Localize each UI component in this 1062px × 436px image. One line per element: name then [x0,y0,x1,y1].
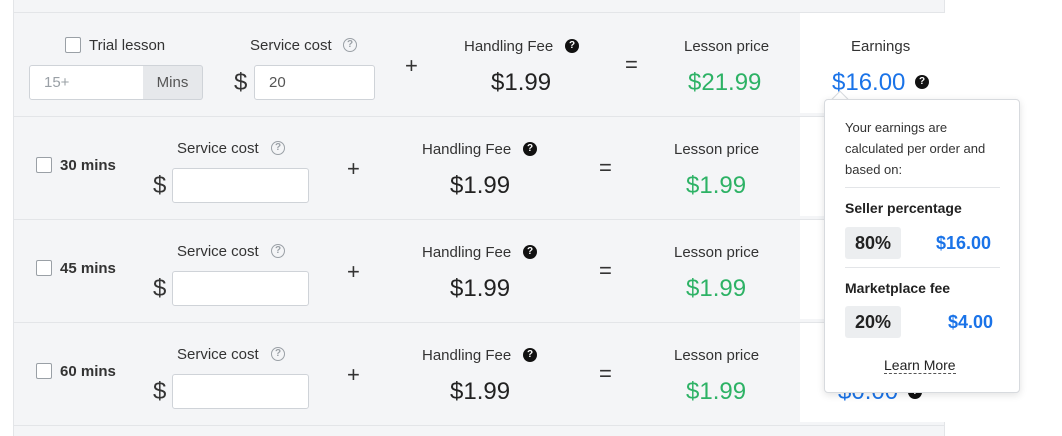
tooltip-intro: Your earnings are calculated per order a… [845,120,986,177]
help-icon[interactable]: ? [271,141,285,155]
equals-sign: = [599,361,612,386]
trial-duration-input[interactable]: 15+ [29,65,144,100]
row-divider [13,219,945,220]
marketplace-fee-heading: Marketplace fee [845,280,951,296]
currency-symbol: $ [153,275,167,302]
earnings-tooltip: Your earnings are calculated per order a… [824,99,1020,393]
lesson-price-label: Lesson price [674,347,760,364]
equals-sign: = [599,258,612,283]
info-icon[interactable]: ? [523,142,537,156]
trial-lesson-checkbox[interactable] [65,37,81,53]
currency-symbol: $ [153,172,167,199]
handling-fee-value: $1.99 [450,378,511,405]
plus-sign: + [405,53,418,78]
handling-fee-label: Handling Fee [464,38,554,55]
handling-fee-label: Handling Fee [422,244,512,261]
help-icon[interactable]: ? [271,244,285,258]
lesson-price-value: $1.99 [686,172,747,199]
marketplace-percentage-chip: 20% [845,306,901,338]
tooltip-divider [845,187,1000,188]
info-icon[interactable]: ? [523,245,537,259]
earnings-label: Earnings [851,38,911,55]
lesson-price-value: $1.99 [686,378,747,405]
earnings-column-trial [800,13,945,113]
handling-fee-label: Handling Fee [422,347,512,364]
trial-lesson-label: Trial lesson [89,37,166,54]
handling-fee-value: $1.99 [491,69,552,96]
duration-label: 45 mins [60,260,116,277]
lesson-price-label: Lesson price [674,141,760,158]
duration-label: 60 mins [60,363,116,380]
lesson-price-value: $21.99 [688,69,762,96]
equals-sign: = [599,155,612,180]
plus-sign: + [347,259,360,284]
service-cost-input[interactable]: 20 [254,65,375,100]
tooltip-divider [845,267,1000,268]
help-icon[interactable]: ? [271,347,285,361]
plus-sign: + [347,362,360,387]
service-cost-input[interactable] [172,168,309,203]
duration-suffix: Mins [143,65,203,100]
info-icon[interactable]: ? [523,348,537,362]
panel-bottom-border [13,425,945,426]
equals-sign: = [625,52,638,77]
duration-checkbox[interactable] [36,363,52,379]
learn-more-link[interactable]: Learn More [884,357,956,374]
help-icon[interactable]: ? [343,38,357,52]
service-cost-label: Service cost [250,37,332,54]
service-cost-input[interactable] [172,271,309,306]
service-cost-label: Service cost [177,346,259,363]
duration-label: 30 mins [60,157,116,174]
service-cost-input[interactable] [172,374,309,409]
service-cost-label: Service cost [177,243,259,260]
currency-symbol: $ [234,69,248,96]
lesson-price-label: Lesson price [684,38,770,55]
plus-sign: + [347,156,360,181]
handling-fee-value: $1.99 [450,275,511,302]
lesson-price-label: Lesson price [674,244,760,261]
lesson-price-value: $1.99 [686,275,747,302]
handling-fee-label: Handling Fee [422,141,512,158]
service-cost-label: Service cost [177,140,259,157]
marketplace-amount: $4.00 [948,312,994,332]
duration-checkbox[interactable] [36,260,52,276]
seller-amount: $16.00 [936,233,992,253]
seller-percentage-chip: 80% [845,227,901,259]
seller-percentage-heading: Seller percentage [845,200,962,216]
row-divider [13,116,945,117]
row-divider [13,322,945,323]
earnings-info-icon[interactable]: ? [915,75,929,89]
duration-checkbox[interactable] [36,157,52,173]
info-icon[interactable]: ? [565,39,579,53]
currency-symbol: $ [153,378,167,405]
handling-fee-value: $1.99 [450,172,511,199]
